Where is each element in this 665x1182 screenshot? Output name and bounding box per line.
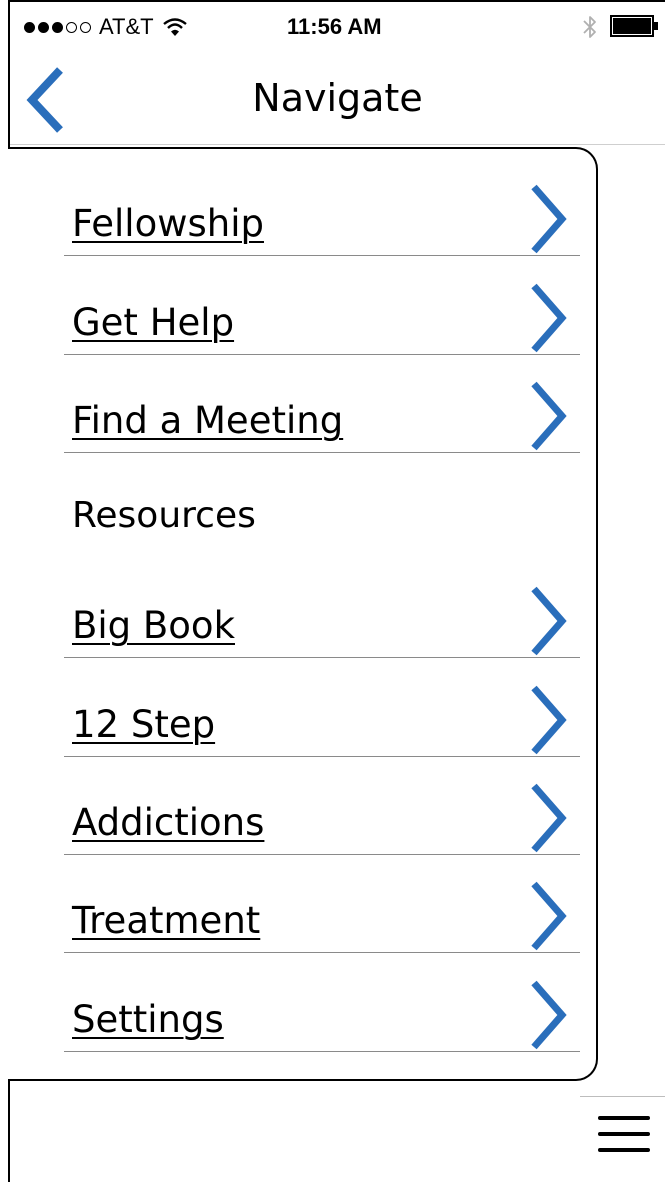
menu-item-label[interactable]: Find a Meeting bbox=[72, 399, 343, 442]
menu-item-label[interactable]: Settings bbox=[72, 998, 224, 1041]
menu-item-settings[interactable]: Settings bbox=[64, 953, 580, 1052]
menu-item-label[interactable]: Fellowship bbox=[72, 202, 264, 245]
menu-item-label[interactable]: Big Book bbox=[72, 604, 235, 647]
page-title: Navigate bbox=[252, 76, 423, 120]
chevron-right-icon[interactable] bbox=[528, 782, 568, 854]
menu-item-big-book[interactable]: Big Book bbox=[64, 559, 580, 658]
signal-strength-icon bbox=[24, 21, 91, 33]
status-time: 11:56 AM bbox=[287, 14, 382, 39]
menu-item-label[interactable]: Get Help bbox=[72, 301, 234, 344]
menu-item-addictions[interactable]: Addictions bbox=[64, 756, 580, 855]
hamburger-icon bbox=[598, 1116, 650, 1120]
chevron-right-icon[interactable] bbox=[528, 282, 568, 354]
chevron-right-icon[interactable] bbox=[528, 979, 568, 1051]
menu-item-fellowship[interactable]: Fellowship bbox=[64, 157, 580, 256]
menu-item-12-step[interactable]: 12 Step bbox=[64, 658, 580, 757]
navigation-bar: Navigate bbox=[10, 54, 665, 145]
menu-item-label[interactable]: Addictions bbox=[72, 801, 264, 844]
bluetooth-icon bbox=[583, 16, 596, 38]
wifi-icon bbox=[162, 18, 187, 36]
menu-item-label[interactable]: 12 Step bbox=[72, 703, 215, 746]
chevron-right-icon[interactable] bbox=[528, 684, 568, 756]
carrier-name: AT&T bbox=[99, 14, 154, 39]
chevron-right-icon[interactable] bbox=[528, 380, 568, 452]
status-left: AT&T bbox=[24, 14, 188, 40]
hamburger-menu-button[interactable] bbox=[598, 1112, 652, 1158]
menu-item-find-a-meeting[interactable]: Find a Meeting bbox=[64, 354, 580, 453]
navigation-menu: Fellowship Get Help Find a Meeting Resou… bbox=[8, 147, 598, 1081]
chevron-right-icon[interactable] bbox=[528, 880, 568, 952]
battery-icon bbox=[610, 15, 658, 37]
menu-item-treatment[interactable]: Treatment bbox=[64, 854, 580, 953]
section-header-resources: Resources bbox=[64, 452, 580, 550]
chevron-right-icon[interactable] bbox=[528, 183, 568, 255]
bottom-divider bbox=[580, 1096, 665, 1097]
status-bar: AT&T 11:56 AM bbox=[10, 2, 665, 54]
menu-item-get-help[interactable]: Get Help bbox=[64, 256, 580, 355]
chevron-right-icon[interactable] bbox=[528, 585, 568, 657]
menu-item-label[interactable]: Treatment bbox=[72, 899, 260, 942]
section-label: Resources bbox=[72, 495, 256, 536]
